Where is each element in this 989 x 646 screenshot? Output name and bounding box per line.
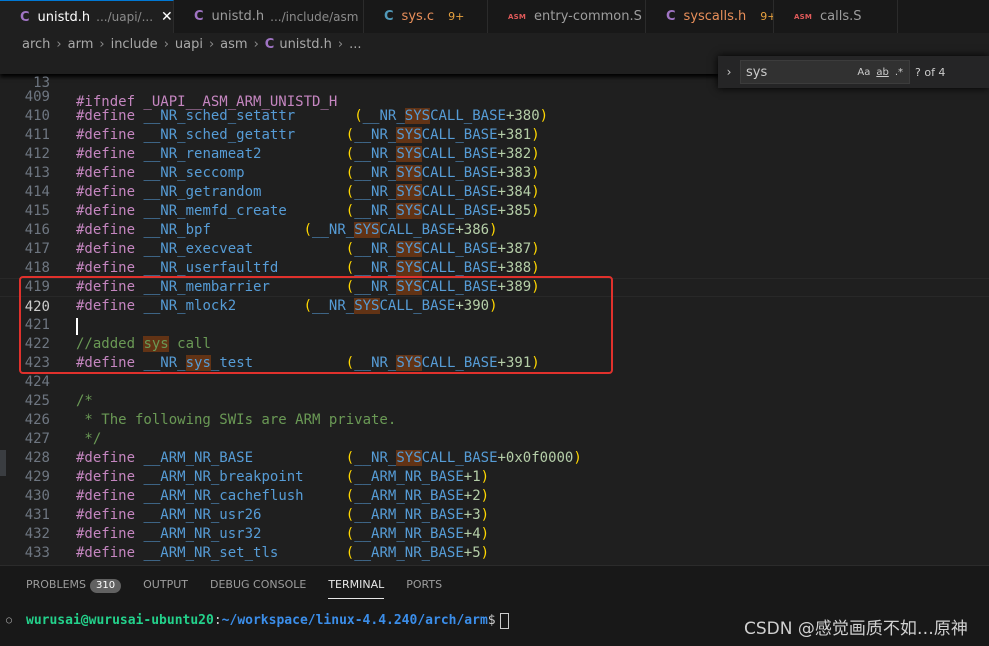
tab-label: syscalls.h	[683, 9, 747, 24]
find-input[interactable]: sys Aa ab .*	[740, 60, 910, 84]
tab-label: unistd.h	[37, 9, 91, 25]
problem-count-badge: 9+	[760, 10, 773, 23]
code-line[interactable]: 433	[0, 525, 989, 561]
chevron-right-icon: ›	[208, 36, 215, 52]
code-line[interactable]: 434 /*	[0, 544, 989, 565]
breadcrumb-item[interactable]: include	[111, 37, 158, 52]
code-line[interactable]: 429 #define __ARM_NR_cacheflush (__ARM_N…	[0, 449, 989, 504]
match-whole-word-icon[interactable]: ab	[876, 67, 888, 78]
code-line[interactable]: 418 #define __NR_membarrier (__NR_SYSCAL…	[0, 240, 989, 295]
tab-unistd-uapi[interactable]: C unistd.h .../uapi/... ✕	[0, 0, 174, 33]
breadcrumb-item[interactable]: uapi	[175, 37, 203, 52]
tab-unistd-asm[interactable]: C unistd.h .../include/asm	[174, 0, 364, 33]
watermark: CSDN @感觉画质不如…原神	[744, 619, 968, 639]
chevron-right-icon: ›	[163, 36, 169, 52]
tab-label: calls.S	[820, 9, 862, 24]
tab-label: TERMINAL	[328, 578, 385, 591]
line-number: 13	[33, 75, 50, 91]
code-line[interactable]: 416 #define __NR_execveat (__NR_SYSCALL_…	[0, 202, 989, 257]
panel-tabs: PROBLEMS 310 OUTPUT DEBUG CONSOLE TERMINA…	[26, 577, 464, 599]
code-line[interactable]: 412 #define __NR_seccomp (__NR_SYSCALL_B…	[0, 126, 989, 181]
chevron-right-icon: ›	[56, 36, 62, 52]
breadcrumb-item[interactable]: unistd.h	[279, 37, 332, 52]
tab-terminal[interactable]: TERMINAL	[328, 577, 385, 599]
c-file-icon: C	[20, 9, 30, 25]
c-file-icon: C	[666, 9, 676, 24]
tab-syscalls-h[interactable]: C syscalls.h 9+	[646, 0, 774, 33]
bottom-panel: PROBLEMS 310 OUTPUT DEBUG CONSOLE TERMINA…	[0, 565, 989, 646]
tab-label: sys.c	[401, 9, 435, 24]
chevron-right-icon: ›	[337, 36, 344, 52]
terminal-prompt: $	[487, 613, 496, 628]
tab-description: .../include/asm	[270, 9, 359, 24]
terminal-path: ~/workspace/linux-4.4.240/arch/arm	[221, 613, 488, 628]
tab-description: .../uapi/...	[96, 10, 154, 24]
tab-calls-s[interactable]: ASM calls.S	[774, 0, 898, 33]
chevron-right-icon: ›	[253, 36, 259, 52]
tab-label: PORTS	[406, 578, 443, 591]
tab-label: unistd.h	[211, 9, 265, 24]
c-file-icon: C	[194, 9, 204, 24]
asm-file-icon: ASM	[508, 12, 527, 21]
terminal-cursor	[499, 612, 509, 629]
code-line[interactable]: 413 #define __NR_getrandom (__NR_SYSCALL…	[0, 145, 989, 200]
tab-output[interactable]: OUTPUT	[143, 577, 188, 599]
tab-entry-common[interactable]: ASM entry-common.S	[488, 0, 646, 33]
code-line[interactable]: 425 * The following SWIs are ARM private…	[0, 373, 989, 428]
tab-label: OUTPUT	[143, 578, 188, 591]
code-line[interactable]: 415 #define __NR_bpf (__NR_SYSCALL_BASE+…	[0, 183, 989, 238]
tab-label: entry-common.S	[534, 9, 642, 24]
problems-count-badge: 310	[90, 579, 122, 593]
code-line[interactable]: 414 #define __NR_memfd_create (__NR_SYSC…	[0, 164, 989, 219]
find-widget: › sys Aa ab .* ? of 4	[718, 56, 989, 88]
chevron-right-icon[interactable]: ›	[718, 65, 740, 79]
c-file-icon: C	[264, 36, 275, 52]
editor-tab-bar: C unistd.h .../uapi/... ✕ C unistd.h ...…	[0, 0, 989, 33]
tab-debug-console[interactable]: DEBUG CONSOLE	[210, 577, 306, 599]
highlight-annotation-box	[19, 276, 613, 374]
chevron-right-icon: ›	[99, 36, 105, 52]
code-line[interactable]: 430 #define __ARM_NR_usr26 (__ARM_NR_BAS…	[0, 468, 989, 523]
breadcrumb-item[interactable]: asm	[220, 37, 247, 52]
match-case-icon[interactable]: Aa	[857, 67, 870, 78]
breadcrumb-item[interactable]: ...	[349, 37, 361, 52]
code-line[interactable]: 428 #define __ARM_NR_breakpoint (__ARM_N…	[0, 430, 989, 485]
problem-count-badge: 9+	[448, 10, 465, 23]
breadcrumb-item[interactable]: arch	[22, 37, 50, 52]
code-line[interactable]: 427 #define __ARM_NR_BASE (__NR_SYSCALL_…	[0, 411, 989, 466]
tab-problems[interactable]: PROBLEMS 310	[26, 577, 122, 599]
circle-icon: ○	[6, 615, 13, 626]
tab-label: DEBUG CONSOLE	[209, 578, 307, 591]
close-icon[interactable]: ✕	[161, 9, 173, 25]
code-text: #ifndef _UAPI__ASM_ARM_UNISTD_H	[76, 94, 338, 110]
tab-ports[interactable]: PORTS	[406, 577, 442, 599]
tab-label: PROBLEMS	[26, 578, 87, 591]
c-file-icon: C	[384, 9, 394, 24]
find-input-value: sys	[746, 64, 768, 80]
match-count: ? of 4	[915, 65, 946, 79]
asm-file-icon: ASM	[794, 12, 813, 21]
code-line[interactable]: 417 #define __NR_userfaultfd (__NR_SYSCA…	[0, 221, 989, 276]
breadcrumb: arch › arm › include › uapi › asm › Cunistd.h…	[0, 33, 989, 55]
terminal-colon: :	[213, 613, 222, 628]
regex-icon[interactable]: .*	[895, 67, 903, 78]
code-line[interactable]: 426 */	[0, 392, 989, 447]
tab-sys-c[interactable]: C sys.c 9+	[364, 0, 488, 33]
breadcrumb-item[interactable]: arm	[68, 37, 94, 52]
code-line[interactable]: 431 #define __ARM_NR_usr32 (__ARM_NR_BAS…	[0, 487, 989, 542]
gutter-marker	[0, 450, 6, 476]
code-line[interactable]: 432 #define __ARM_NR_set_tls (__ARM_NR_B…	[0, 506, 989, 561]
terminal-user: wurusai@wurusai-ubuntu20	[26, 613, 214, 628]
